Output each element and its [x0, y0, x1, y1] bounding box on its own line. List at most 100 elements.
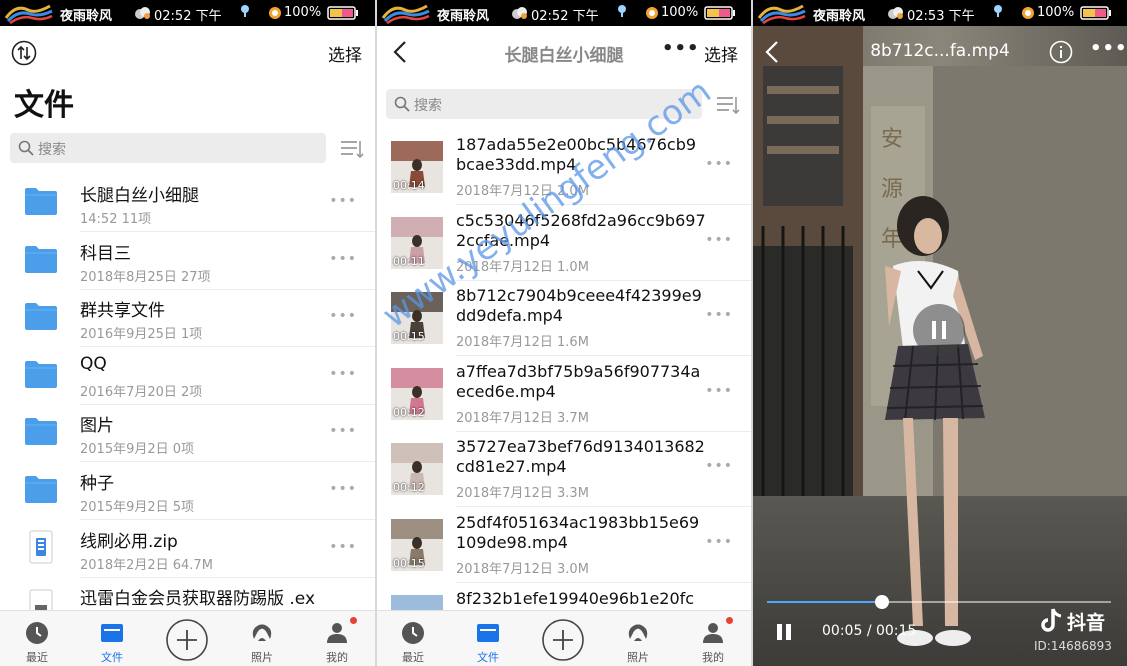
row-more-icon[interactable]: •••: [705, 156, 733, 172]
tab-recent[interactable]: 最近: [388, 611, 438, 666]
status-time: 02:53 下午: [907, 9, 975, 24]
video-thumbnail: 00:12: [391, 443, 443, 495]
list-sort-icon[interactable]: [340, 138, 364, 160]
row-more-icon[interactable]: •••: [705, 232, 733, 248]
status-carrier: 夜雨聆风: [60, 9, 113, 24]
list-sort-icon[interactable]: [716, 94, 740, 116]
tab-label: 我的: [326, 651, 348, 664]
row-more-icon[interactable]: •••: [329, 423, 357, 439]
row-more-icon[interactable]: •••: [329, 539, 357, 555]
more-options-icon[interactable]: •••: [662, 38, 700, 59]
search-input[interactable]: 搜索: [386, 89, 702, 119]
video-row[interactable]: 00:14 187ada55e2e00bc5b4676cb9bcae33dd.mp…: [377, 129, 751, 205]
pause-overlay-icon[interactable]: [913, 304, 965, 356]
douyin-logo-icon: [1041, 608, 1062, 632]
row-more-icon[interactable]: •••: [329, 193, 357, 209]
signal-icon: [646, 7, 658, 19]
player-screen: 安源年 夜雨聆风 02:53 下午 100% 8b712c...fa.mp4 •…: [753, 0, 1127, 666]
app-logo-icon: [381, 4, 430, 24]
svg-text:源: 源: [881, 177, 903, 202]
plus-icon[interactable]: [166, 619, 208, 661]
file-row[interactable]: 长腿白丝小细腿 14:52 11项 •••: [0, 174, 375, 232]
tab-label: 照片: [251, 651, 273, 664]
tab-label: 最近: [402, 651, 424, 664]
video-row[interactable]: 00:12 35727ea73bef76d9134013682cd81e27.mp…: [377, 431, 751, 507]
status-bar: 夜雨聆风 02:52 下午 100%: [377, 0, 751, 26]
video-row[interactable]: 00:15 25df4f051634ac1983bb15e69109de98.mp…: [377, 507, 751, 583]
search-input[interactable]: 搜索: [10, 133, 326, 163]
status-time: 02:52 下午: [154, 9, 222, 24]
folder-screen: 夜雨聆风 02:52 下午 100% 长腿白丝小细腿 ••• 选择 搜索 00:…: [377, 0, 751, 666]
more-options-icon[interactable]: •••: [1090, 38, 1127, 59]
video-row[interactable]: 00:15 8b712c7904b9ceee4f42399e9dd9defa.mp…: [377, 280, 751, 356]
select-button[interactable]: 选择: [328, 41, 362, 66]
info-icon[interactable]: [1049, 40, 1073, 64]
select-button[interactable]: 选择: [704, 41, 738, 66]
row-more-icon[interactable]: •••: [329, 251, 357, 267]
file-row[interactable]: 种子 2015年9月2日 5项 •••: [0, 462, 375, 520]
tab-recent[interactable]: 最近: [12, 611, 62, 666]
video-meta: 2018年7月12日 3.0M: [456, 562, 589, 577]
seek-bar[interactable]: [767, 595, 1111, 609]
plus-icon[interactable]: [542, 619, 584, 661]
row-more-icon[interactable]: •••: [705, 307, 733, 323]
search-placeholder: 搜索: [414, 98, 442, 114]
clock-icon: [26, 622, 48, 644]
time-separator: /: [866, 623, 876, 639]
video-row[interactable]: 00:11 c5c53046f5268fd2a96cc9b6972ccfae.mp…: [377, 205, 751, 281]
tab-files[interactable]: 文件: [87, 611, 137, 666]
folder-icon: [25, 418, 57, 445]
file-row[interactable]: QQ 2016年7月20日 2项 •••: [0, 347, 375, 405]
folder-icon: [25, 476, 57, 503]
video-name: 8f232b1efe19940e96b1e20fc: [456, 589, 695, 608]
video-thumbnail: 00:11: [391, 217, 443, 269]
folder-icon: [25, 361, 57, 388]
file-meta: 14:52 11项: [80, 212, 152, 227]
video-name: a7ffea7d3bf75b9a56f907734aeced6e.mp4: [456, 362, 701, 401]
file-row[interactable]: 图片 2015年9月2日 0项 •••: [0, 404, 375, 462]
back-icon[interactable]: [765, 40, 779, 64]
douyin-user-id: ID:14686893: [1034, 639, 1112, 653]
video-duration: 00:15: [393, 557, 425, 570]
file-meta: 2018年8月25日 27项: [80, 270, 211, 285]
file-row[interactable]: 线刷必用.zip 2018年2月2日 64.7M •••: [0, 520, 375, 578]
file-row[interactable]: 科目三 2018年8月25日 27项 •••: [0, 232, 375, 290]
video-meta: 2018年7月12日 1.6M: [456, 335, 589, 350]
cloud-icon: [888, 7, 903, 19]
tab-files[interactable]: 文件: [463, 611, 513, 666]
back-icon[interactable]: [393, 40, 407, 64]
row-more-icon[interactable]: •••: [705, 534, 733, 550]
pause-icon[interactable]: [775, 623, 793, 641]
row-more-icon[interactable]: •••: [329, 481, 357, 497]
notification-dot: [726, 617, 733, 624]
file-name: 长腿白丝小细腿: [80, 186, 199, 206]
row-more-icon[interactable]: •••: [329, 366, 357, 382]
folder-icon: [25, 188, 57, 215]
clock-icon: [402, 622, 424, 644]
seek-handle[interactable]: [874, 595, 889, 609]
row-more-icon[interactable]: •••: [705, 458, 733, 474]
row-more-icon[interactable]: •••: [329, 308, 357, 324]
video-thumbnail: 00:15: [391, 519, 443, 571]
file-row[interactable]: 群共享文件 2016年9月25日 1项 •••: [0, 289, 375, 347]
row-more-icon[interactable]: •••: [705, 383, 733, 399]
seek-progress: [767, 601, 882, 603]
cloud-icon: [512, 7, 527, 19]
sort-order-icon[interactable]: [11, 40, 37, 66]
app-logo-icon: [4, 4, 53, 24]
location-icon: [994, 5, 1002, 17]
tab-bar: 最近 文件 照片 我的: [0, 610, 375, 666]
tab-photos[interactable]: 照片: [237, 611, 287, 666]
status-time: 02:52 下午: [531, 9, 599, 24]
search-icon: [18, 140, 34, 156]
video-row[interactable]: 00:12 a7ffea7d3bf75b9a56f907734aeced6e.mp…: [377, 356, 751, 432]
video-name: c5c53046f5268fd2a96cc9b6972ccfae.mp4: [456, 211, 706, 250]
battery-percent: 100%: [661, 5, 699, 20]
notification-dot: [350, 617, 357, 624]
battery-percent: 100%: [1037, 5, 1075, 20]
tab-photos[interactable]: 照片: [613, 611, 663, 666]
video-name: 8b712c7904b9ceee4f42399e9dd9defa.mp4: [456, 286, 702, 325]
profile-icon: [703, 623, 723, 643]
tab-me[interactable]: 我的: [688, 611, 738, 666]
tab-me[interactable]: 我的: [312, 611, 362, 666]
